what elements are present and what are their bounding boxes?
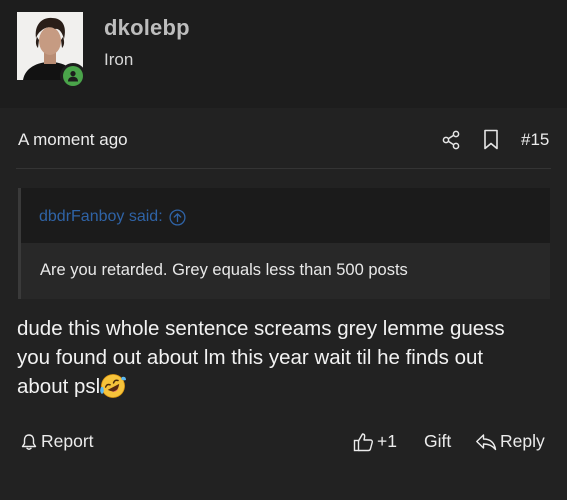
message-line-text: about psl bbox=[17, 375, 101, 398]
divider bbox=[16, 168, 551, 169]
message-line: dude this whole sentence screams grey le… bbox=[17, 317, 505, 340]
post-message: dude this whole sentence screams grey le… bbox=[17, 314, 547, 401]
share-icon[interactable] bbox=[441, 130, 461, 150]
bookmark-icon[interactable] bbox=[482, 129, 500, 150]
username[interactable]: dkolebp bbox=[104, 15, 190, 41]
gift-label: Gift bbox=[424, 431, 452, 451]
report-label: Report bbox=[41, 431, 94, 451]
gift-button[interactable]: Gift bbox=[424, 431, 451, 452]
reply-button[interactable]: Reply bbox=[475, 431, 545, 452]
post-meta-bar: A moment ago #15 bbox=[0, 110, 567, 170]
message-line: you found out about lm this year wait ti… bbox=[17, 346, 484, 369]
person-icon bbox=[68, 71, 78, 82]
arrow-up-circle-icon[interactable] bbox=[169, 208, 186, 226]
bell-icon bbox=[21, 433, 37, 450]
post-actions-bar: Report +1 Gift Reply bbox=[0, 425, 567, 459]
thumbs-up-icon bbox=[353, 432, 373, 451]
online-status-badge bbox=[60, 63, 86, 89]
reply-arrow-icon bbox=[476, 433, 497, 450]
quote-block: dbdrFanboy said: Are you retarded. Grey … bbox=[18, 188, 550, 299]
quote-text: Are you retarded. Grey equals less than … bbox=[40, 261, 408, 279]
quote-author-link[interactable]: dbdrFanboy said: bbox=[39, 208, 186, 226]
post-header: dkolebp Iron bbox=[0, 0, 567, 108]
reply-label: Reply bbox=[500, 431, 545, 451]
like-count: +1 bbox=[377, 431, 397, 451]
quote-author-label: dbdrFanboy said: bbox=[39, 208, 163, 225]
like-button[interactable]: +1 bbox=[353, 431, 397, 452]
message-line-last: about psl bbox=[17, 372, 547, 401]
post-number-link[interactable]: #15 bbox=[521, 130, 549, 150]
user-title: Iron bbox=[104, 50, 134, 69]
quote-header: dbdrFanboy said: bbox=[21, 188, 550, 243]
rolling-on-floor-laughing-emoji-icon bbox=[100, 374, 127, 398]
report-button[interactable]: Report bbox=[20, 431, 94, 452]
post-timestamp[interactable]: A moment ago bbox=[18, 130, 128, 150]
